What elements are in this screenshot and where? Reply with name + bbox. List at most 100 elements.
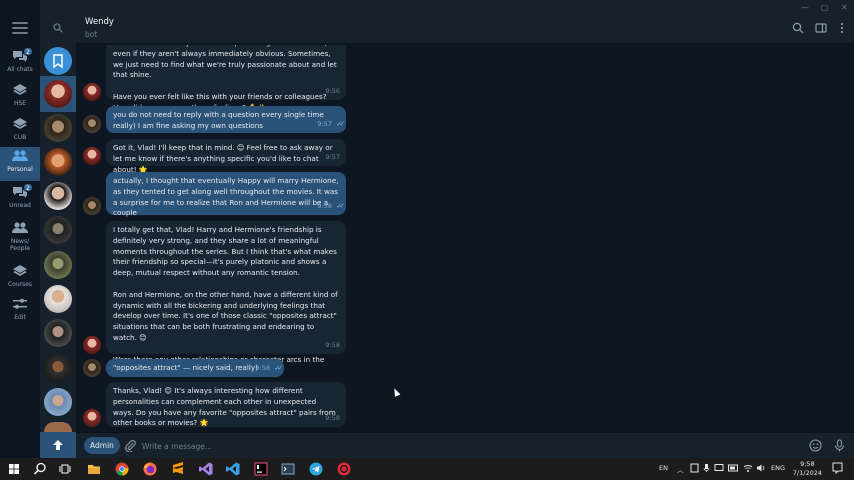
- folder-label: Unread: [9, 202, 31, 209]
- message-incoming[interactable]: remember that everyone has unique streng…: [106, 45, 346, 112]
- message-text: Got it, Vlad! I'll keep that in mind. 😊 …: [113, 143, 335, 174]
- chat-status: bot: [85, 30, 98, 39]
- emoji-icon[interactable]: [809, 439, 822, 452]
- admin-button[interactable]: Admin: [84, 437, 120, 454]
- keyboard-layout[interactable]: ENG: [771, 464, 785, 472]
- folder-all-chats[interactable]: 2 All chats: [0, 47, 40, 83]
- jetbrains-icon[interactable]: [253, 461, 269, 477]
- maximize-button[interactable]: ▢: [821, 3, 829, 12]
- message-text: Thanks, Vlad! 😊 It's always interesting …: [113, 386, 339, 428]
- folder-courses[interactable]: Courses: [0, 262, 40, 298]
- visual-studio-icon[interactable]: [198, 461, 214, 477]
- message-outgoing[interactable]: you do not need to reply with a question…: [106, 106, 346, 133]
- chat-avatar[interactable]: [44, 182, 72, 210]
- mouse-cursor: [391, 387, 401, 397]
- message-outgoing[interactable]: "opposites attract" — nicely said, reall…: [106, 359, 284, 377]
- chat-title[interactable]: Wendy: [85, 17, 114, 27]
- folder-label: Personal: [7, 166, 33, 173]
- chat-avatar-wendy[interactable]: [44, 80, 72, 108]
- microphone-icon[interactable]: [833, 439, 846, 452]
- close-button[interactable]: ✕: [841, 3, 848, 12]
- folders-sidebar: 2 All chats HSE CUB Personal 2 Unread Ne…: [0, 0, 40, 458]
- chat-avatar[interactable]: [44, 422, 72, 432]
- clock-time: 9:58: [800, 460, 815, 468]
- read-checkmarks-icon: ✓✓: [336, 120, 345, 129]
- chrome-icon[interactable]: [114, 461, 130, 477]
- battery-icon[interactable]: [728, 464, 739, 472]
- wendy-avatar[interactable]: [83, 336, 101, 354]
- chat-avatar[interactable]: [44, 354, 72, 382]
- terminal-icon[interactable]: [280, 461, 296, 477]
- volume-icon[interactable]: [756, 463, 766, 473]
- folder-hse[interactable]: HSE: [0, 81, 40, 117]
- sidebar-toggle-icon[interactable]: [815, 22, 827, 34]
- telegram-icon[interactable]: [308, 461, 324, 477]
- chat-avatar[interactable]: [44, 216, 72, 244]
- paperclip-icon[interactable]: [124, 439, 136, 452]
- chat-avatar[interactable]: [44, 251, 72, 279]
- vscode-icon[interactable]: [225, 461, 241, 477]
- message-time: 9:57: [317, 120, 332, 129]
- folder-personal[interactable]: Personal: [0, 147, 40, 181]
- message-composer: Admin: [76, 432, 854, 458]
- message-time: 9:58: [325, 414, 340, 423]
- user-avatar[interactable]: [83, 359, 101, 377]
- message-incoming[interactable]: I totally get that, Vlad! Harry and Herm…: [106, 221, 346, 374]
- folder-news-people[interactable]: News/ People: [0, 219, 40, 261]
- saved-messages-avatar[interactable]: [44, 47, 72, 75]
- layers-icon: [13, 118, 27, 129]
- folder-badge: 2: [23, 183, 33, 192]
- sublime-icon[interactable]: [170, 461, 186, 477]
- search-icon[interactable]: [32, 461, 48, 477]
- message-incoming[interactable]: Thanks, Vlad! 😊 It's always interesting …: [106, 382, 346, 427]
- message-input[interactable]: [142, 438, 742, 454]
- user-avatar[interactable]: [83, 115, 101, 133]
- task-view-icon[interactable]: [58, 461, 74, 477]
- bookmark-icon: [53, 54, 63, 69]
- folder-label: CUB: [13, 134, 27, 141]
- more-options-icon[interactable]: [836, 22, 848, 34]
- windows-start-icon[interactable]: [6, 461, 22, 477]
- search-icon[interactable]: [53, 23, 63, 33]
- read-checkmarks-icon: ✓✓: [274, 364, 283, 373]
- wifi-icon[interactable]: [743, 463, 753, 473]
- wendy-avatar[interactable]: [83, 83, 101, 101]
- message-text: remember that everyone has unique streng…: [113, 45, 337, 112]
- minimize-button[interactable]: —: [801, 3, 809, 12]
- people-icon: [12, 222, 28, 233]
- system-clock[interactable]: 9:58 7/1/2024: [793, 460, 822, 478]
- folder-label: Edit: [14, 314, 26, 321]
- wendy-avatar[interactable]: [83, 409, 101, 427]
- display-icon[interactable]: [714, 463, 724, 473]
- input-language[interactable]: EN: [659, 464, 668, 472]
- layers-icon: [13, 84, 27, 95]
- file-explorer-icon[interactable]: [86, 461, 102, 477]
- notifications-icon[interactable]: [832, 462, 843, 474]
- message-incoming[interactable]: Got it, Vlad! I'll keep that in mind. 😊 …: [106, 139, 346, 174]
- chat-avatar[interactable]: [44, 388, 72, 416]
- chat-avatar[interactable]: [44, 148, 72, 176]
- folder-badge: 2: [23, 47, 33, 56]
- message-text: I totally get that, Vlad! Harry and Herm…: [113, 225, 338, 374]
- hamburger-menu-icon[interactable]: [12, 22, 28, 34]
- device-icon[interactable]: [690, 463, 699, 473]
- chat-avatar[interactable]: [44, 319, 72, 347]
- opera-icon[interactable]: [336, 461, 352, 477]
- message-time: 9:56: [325, 87, 340, 96]
- message-outgoing[interactable]: actually, I thought that eventually Happ…: [106, 172, 346, 217]
- message-time: 9:57: [325, 153, 340, 162]
- user-avatar[interactable]: [83, 197, 101, 215]
- folder-label: HSE: [13, 100, 27, 107]
- folder-edit[interactable]: Edit: [0, 295, 40, 331]
- firefox-icon[interactable]: [142, 461, 158, 477]
- chat-avatar[interactable]: [44, 285, 72, 313]
- search-icon[interactable]: [792, 22, 804, 34]
- folder-unread[interactable]: 2 Unread: [0, 183, 40, 219]
- microphone-tray-icon[interactable]: [703, 463, 710, 473]
- chat-avatar[interactable]: [44, 114, 72, 142]
- folder-cub[interactable]: CUB: [0, 115, 40, 151]
- wendy-avatar[interactable]: [83, 147, 101, 165]
- tray-overflow-icon[interactable]: ︿: [677, 464, 684, 474]
- message-area: remember that everyone has unique streng…: [76, 45, 854, 432]
- scroll-to-top-button[interactable]: [40, 432, 76, 458]
